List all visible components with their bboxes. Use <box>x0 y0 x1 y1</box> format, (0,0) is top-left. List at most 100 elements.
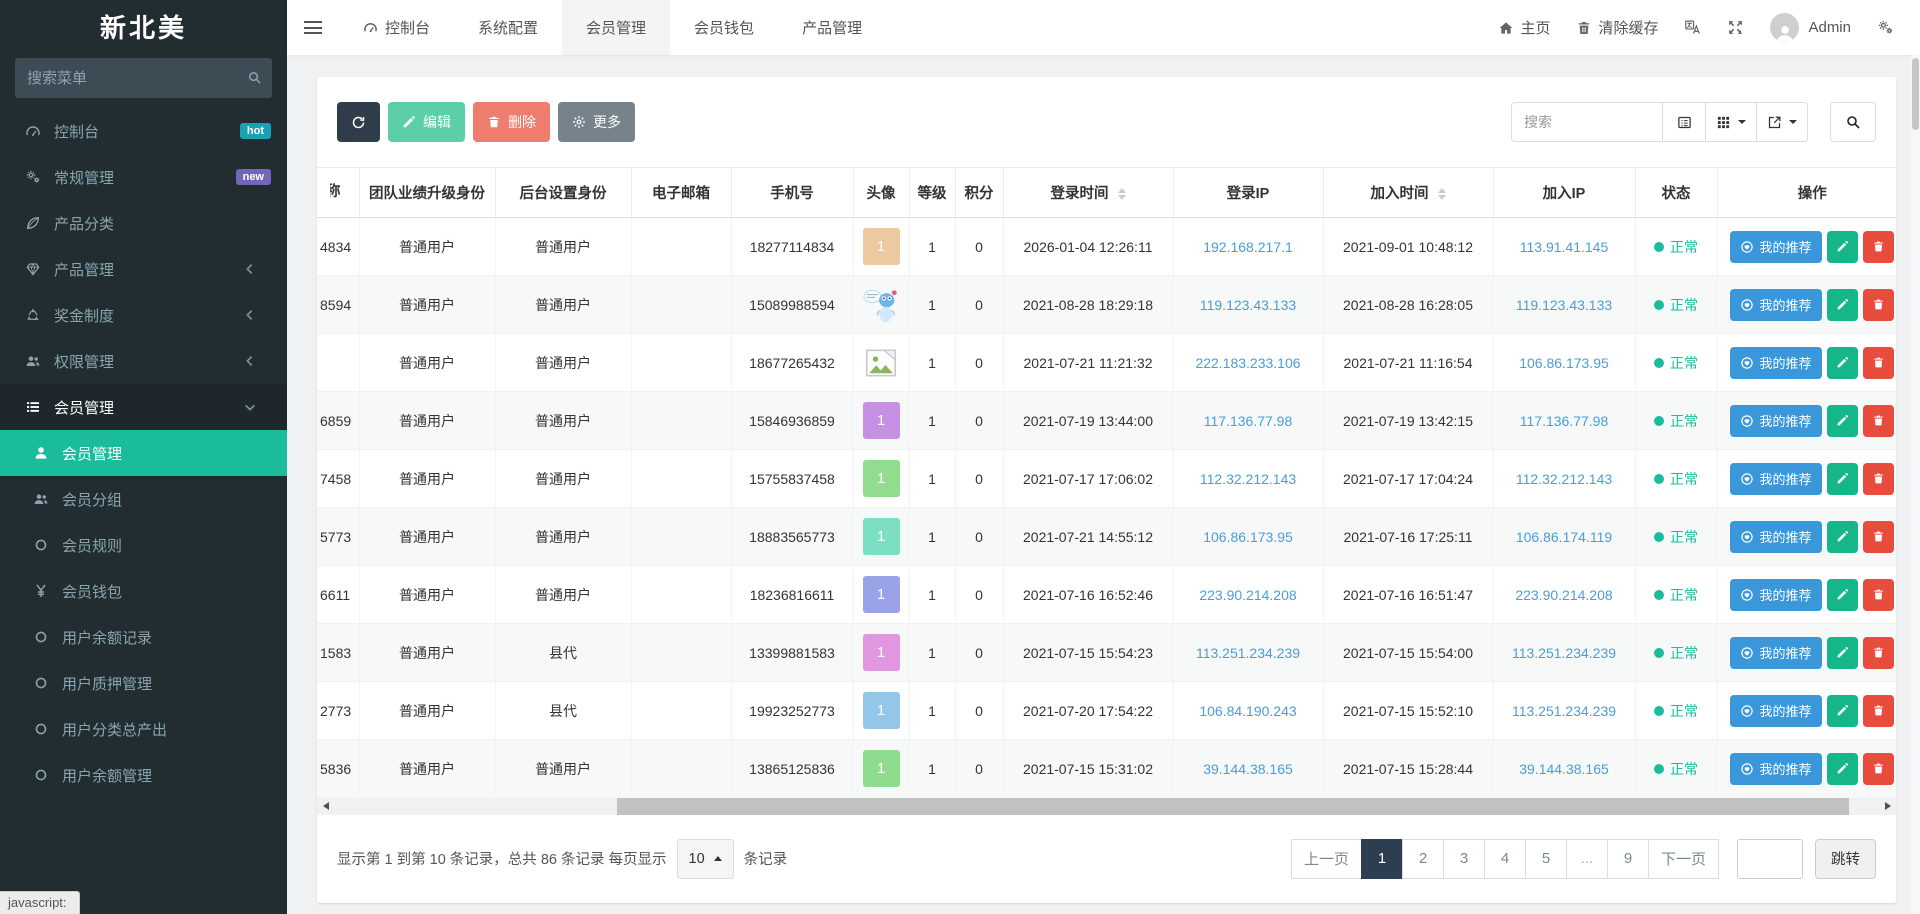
cell-login-ip[interactable]: 223.90.214.208 <box>1173 566 1323 624</box>
table-row[interactable]: 6611普通用户普通用户182368166111102021-07-16 16:… <box>317 566 1896 624</box>
my-referrals-button[interactable]: 我的推荐 <box>1730 463 1822 495</box>
cell-join-ip[interactable]: 113.251.234.239 <box>1493 624 1635 682</box>
cell-join-ip[interactable]: 117.136.77.98 <box>1493 392 1635 450</box>
cell-login-ip[interactable]: 119.123.43.133 <box>1173 276 1323 334</box>
cell-login-ip[interactable]: 113.251.234.239 <box>1173 624 1323 682</box>
sidebar-item[interactable]: 产品分类 <box>0 200 287 246</box>
sidebar-subitem[interactable]: 会员规则 <box>0 522 287 568</box>
clear-cache-button[interactable]: 清除缓存 <box>1576 17 1658 38</box>
row-edit-button[interactable] <box>1827 695 1858 727</box>
row-delete-button[interactable] <box>1863 521 1894 553</box>
my-referrals-button[interactable]: 我的推荐 <box>1730 637 1822 669</box>
cell-login-ip[interactable]: 112.32.212.143 <box>1173 450 1323 508</box>
sort-icon[interactable] <box>1438 188 1446 200</box>
user-menu[interactable]: Admin <box>1770 13 1851 42</box>
fullscreen-button[interactable] <box>1727 19 1744 36</box>
sidebar-item[interactable]: 控制台hot <box>0 108 287 154</box>
cell-login-ip[interactable]: 222.183.233.106 <box>1173 334 1323 392</box>
nav-tab[interactable]: 控制台 <box>339 0 454 55</box>
sidebar-subitem[interactable]: 用户余额管理 <box>0 752 287 798</box>
scroll-right-arrow[interactable] <box>1879 798 1896 815</box>
table-row[interactable]: 6859普通用户普通用户158469368591102021-07-19 13:… <box>317 392 1896 450</box>
table-row[interactable]: 7458普通用户普通用户157558374581102021-07-17 17:… <box>317 450 1896 508</box>
row-delete-button[interactable] <box>1863 579 1894 611</box>
my-referrals-button[interactable]: 我的推荐 <box>1730 521 1822 553</box>
my-referrals-button[interactable]: 我的推荐 <box>1730 695 1822 727</box>
table-row[interactable]: 2773普通用户县代199232527731102021-07-20 17:54… <box>317 682 1896 740</box>
row-edit-button[interactable] <box>1827 231 1858 263</box>
columns-dropdown-button[interactable] <box>1705 102 1757 142</box>
table-row[interactable]: 8594普通用户普通用户15089988594102021-08-28 18:2… <box>317 276 1896 334</box>
sidebar-item[interactable]: 权限管理 <box>0 338 287 384</box>
my-referrals-button[interactable]: 我的推荐 <box>1730 405 1822 437</box>
nav-tab[interactable]: 产品管理 <box>778 0 886 55</box>
sidebar-item[interactable]: 常规管理new <box>0 154 287 200</box>
row-edit-button[interactable] <box>1827 405 1858 437</box>
scroll-left-arrow[interactable] <box>317 798 334 815</box>
row-delete-button[interactable] <box>1863 637 1894 669</box>
cell-join-ip[interactable]: 39.144.38.165 <box>1493 740 1635 798</box>
page-button[interactable]: 9 <box>1607 839 1649 879</box>
nav-tab[interactable]: 会员管理 <box>562 0 670 55</box>
page-button[interactable]: 3 <box>1443 839 1485 879</box>
jump-button[interactable]: 跳转 <box>1815 839 1876 879</box>
page-size-select[interactable]: 10 <box>677 839 734 879</box>
row-edit-button[interactable] <box>1827 521 1858 553</box>
page-button[interactable]: 5 <box>1525 839 1567 879</box>
row-edit-button[interactable] <box>1827 753 1858 785</box>
my-referrals-button[interactable]: 我的推荐 <box>1730 289 1822 321</box>
sidebar-subitem[interactable]: 用户质押管理 <box>0 660 287 706</box>
page-button[interactable]: 2 <box>1402 839 1444 879</box>
table-row[interactable]: 普通用户普通用户18677265432102021-07-21 11:21:32… <box>317 334 1896 392</box>
row-edit-button[interactable] <box>1827 579 1858 611</box>
sort-icon[interactable] <box>1118 188 1126 200</box>
sidebar-subitem[interactable]: 用户余额记录 <box>0 614 287 660</box>
sidebar-subitem[interactable]: 用户分类总产出 <box>0 706 287 752</box>
cell-join-ip[interactable]: 113.91.41.145 <box>1493 218 1635 276</box>
home-button[interactable]: 主页 <box>1498 17 1550 38</box>
cell-join-ip[interactable]: 106.86.173.95 <box>1493 334 1635 392</box>
row-delete-button[interactable] <box>1863 695 1894 727</box>
vertical-scrollbar[interactable] <box>1911 55 1920 914</box>
page-button[interactable]: 4 <box>1484 839 1526 879</box>
row-delete-button[interactable] <box>1863 463 1894 495</box>
row-edit-button[interactable] <box>1827 289 1858 321</box>
nav-tab[interactable]: 会员钱包 <box>670 0 778 55</box>
row-delete-button[interactable] <box>1863 289 1894 321</box>
row-edit-button[interactable] <box>1827 463 1858 495</box>
translate-button[interactable] <box>1684 19 1701 36</box>
cell-login-ip[interactable]: 117.136.77.98 <box>1173 392 1323 450</box>
jump-page-input[interactable] <box>1737 839 1803 879</box>
table-row[interactable]: 5836普通用户普通用户138651258361102021-07-15 15:… <box>317 740 1896 798</box>
my-referrals-button[interactable]: 我的推荐 <box>1730 231 1822 263</box>
cell-login-ip[interactable]: 192.168.217.1 <box>1173 218 1323 276</box>
table-row[interactable]: 1583普通用户县代133998815831102021-07-15 15:54… <box>317 624 1896 682</box>
cell-login-ip[interactable]: 39.144.38.165 <box>1173 740 1323 798</box>
cell-login-ip[interactable]: 106.86.173.95 <box>1173 508 1323 566</box>
detail-view-button[interactable] <box>1662 102 1706 142</box>
sidebar-item[interactable]: 奖金制度 <box>0 292 287 338</box>
cell-join-ip[interactable]: 113.251.234.239 <box>1493 682 1635 740</box>
sidebar-subitem[interactable]: 会员钱包 <box>0 568 287 614</box>
horizontal-scrollbar[interactable] <box>317 798 1896 815</box>
cell-join-ip[interactable]: 223.90.214.208 <box>1493 566 1635 624</box>
table-search-input[interactable] <box>1511 102 1663 142</box>
my-referrals-button[interactable]: 我的推荐 <box>1730 753 1822 785</box>
column-header[interactable]: 登录时间 <box>1003 168 1173 218</box>
export-dropdown-button[interactable] <box>1756 102 1808 142</box>
refresh-button[interactable] <box>337 102 380 142</box>
next-page-button[interactable]: 下一页 <box>1648 839 1719 879</box>
sidebar-search-input[interactable] <box>15 58 272 98</box>
edit-button[interactable]: 编辑 <box>388 102 465 142</box>
search-button[interactable] <box>1830 102 1876 142</box>
my-referrals-button[interactable]: 我的推荐 <box>1730 579 1822 611</box>
vertical-scrollbar-thumb[interactable] <box>1912 58 1919 130</box>
settings-button[interactable] <box>1877 19 1894 36</box>
sidebar-subitem[interactable]: 会员分组 <box>0 476 287 522</box>
cell-join-ip[interactable]: 106.86.174.119 <box>1493 508 1635 566</box>
table-row[interactable]: 4834普通用户普通用户182771148341102026-01-04 12:… <box>317 218 1896 276</box>
sidebar-toggle-button[interactable] <box>287 0 339 55</box>
sidebar-subitem[interactable]: 会员管理 <box>0 430 287 476</box>
row-delete-button[interactable] <box>1863 753 1894 785</box>
column-header[interactable]: 加入时间 <box>1323 168 1493 218</box>
